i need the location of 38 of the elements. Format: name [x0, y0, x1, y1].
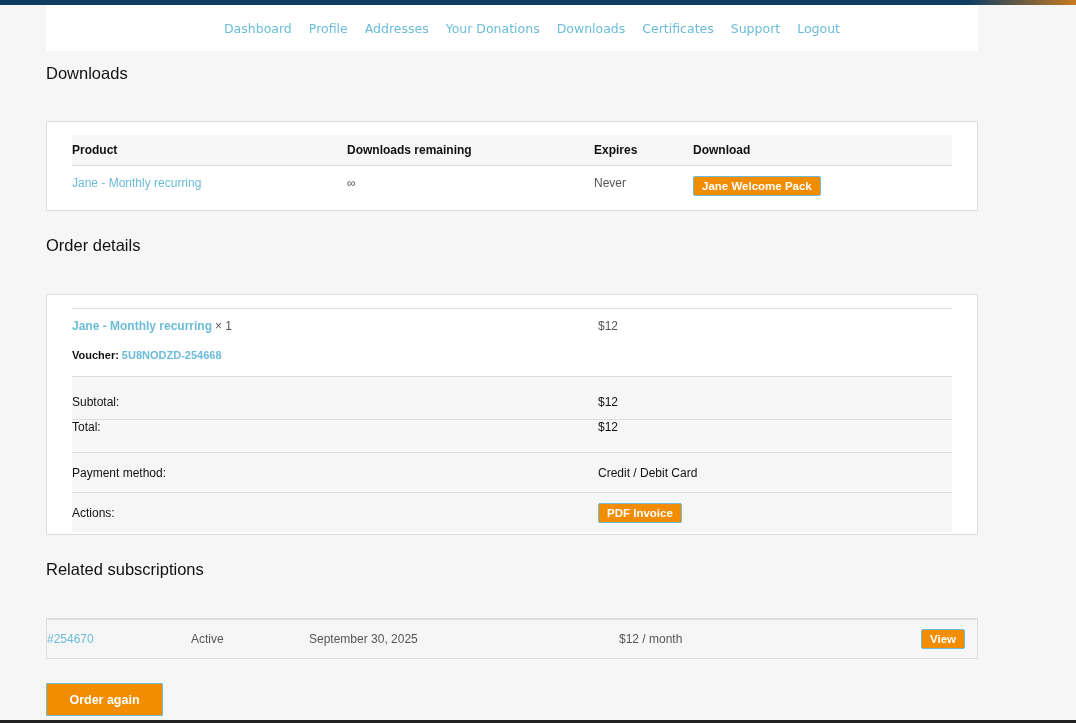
download-button[interactable]: Jane Welcome Pack	[693, 176, 821, 196]
column-header: Expires	[594, 143, 639, 157]
table-cell-text: $12 / month	[619, 632, 684, 646]
nav-link[interactable]: Logout	[797, 20, 840, 36]
total-label: Payment method:	[72, 465, 167, 480]
section-heading: Downloads	[46, 63, 129, 84]
total-label: Total:	[72, 420, 101, 434]
invoice-button[interactable]: PDF Invoice	[598, 502, 682, 523]
subscription-link[interactable]: #254670	[47, 632, 94, 646]
item-total: $12	[598, 319, 619, 333]
nav-link[interactable]: Your Donations	[445, 20, 540, 36]
table-cell-text: ∞	[347, 176, 357, 190]
column-header: Product	[72, 143, 119, 157]
nav-link[interactable]: Addresses	[364, 20, 429, 36]
table-cell-text: Never	[594, 176, 627, 190]
table-cell-text: Active	[191, 632, 225, 646]
total-label: Actions:	[72, 505, 115, 520]
column-header: Downloads remaining	[347, 143, 473, 157]
nav-link[interactable]: Certificates	[642, 20, 714, 36]
section-heading: Related subscriptions	[46, 559, 205, 580]
product-link[interactable]: Jane - Monthly recurring	[72, 176, 202, 190]
column-header: Download	[693, 143, 752, 157]
voucher-label: Voucher:	[72, 349, 119, 361]
section-heading: Order details	[46, 235, 142, 256]
total-value: Credit / Debit Card	[598, 465, 698, 480]
nav-link[interactable]: Profile	[308, 20, 348, 36]
view-button[interactable]: View	[921, 629, 965, 649]
voucher-link[interactable]: 5U8NODZD-254668	[121, 349, 222, 361]
nav-link[interactable]: Downloads	[556, 20, 626, 36]
nav-link[interactable]: Dashboard	[224, 20, 292, 36]
total-value: $12	[598, 395, 619, 409]
total-value: $12	[598, 420, 619, 434]
table-cell-text: September 30, 2025	[309, 632, 419, 646]
total-label: Subtotal:	[72, 395, 120, 409]
order-again-button[interactable]: Order again	[46, 683, 163, 716]
product-link[interactable]: Jane - Monthly recurring	[72, 319, 213, 333]
nav-link[interactable]: Support	[730, 20, 781, 36]
quantity-text: × 1	[215, 319, 233, 333]
